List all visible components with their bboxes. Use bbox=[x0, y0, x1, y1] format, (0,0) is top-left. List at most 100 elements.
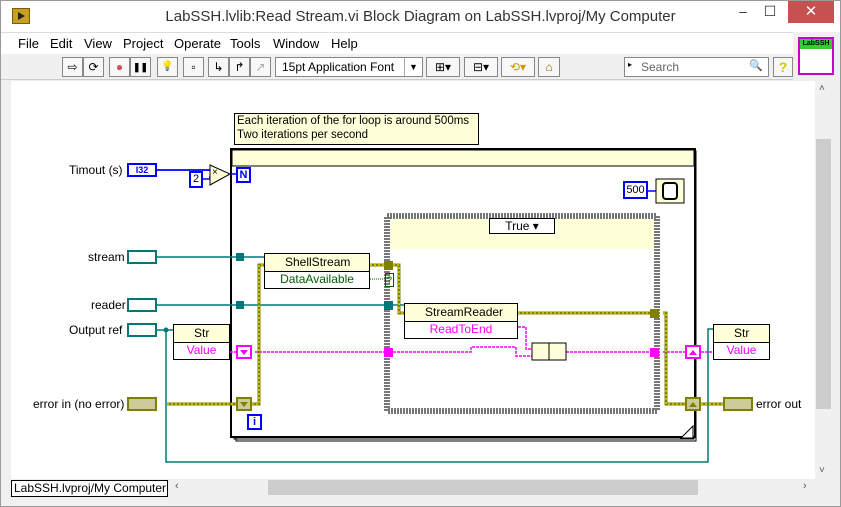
context-help-button[interactable]: ? bbox=[773, 57, 793, 77]
menu-view[interactable]: View bbox=[84, 36, 112, 51]
align-icon: ⊞▾ bbox=[434, 60, 452, 74]
menu-tools[interactable]: Tools bbox=[230, 36, 260, 51]
i32-type-label: I32 bbox=[135, 165, 149, 175]
wait-ms-constant[interactable]: 500 bbox=[623, 181, 648, 199]
clean-up-diagram-button[interactable]: ⌂ bbox=[538, 57, 560, 77]
abort-icon: ● bbox=[115, 60, 124, 74]
search-placeholder: Search bbox=[641, 60, 680, 74]
read-to-end-method[interactable]: ReadToEnd bbox=[405, 322, 517, 338]
string-case-tunnel-out bbox=[650, 348, 659, 357]
maximize-button[interactable]: ☐ bbox=[755, 1, 785, 23]
for-loop-header bbox=[231, 149, 695, 167]
error-out-label: error out bbox=[756, 397, 802, 411]
streamreader-class-label: StreamReader bbox=[405, 304, 517, 322]
case-bool-label: ? bbox=[386, 275, 392, 285]
str-value-read-node[interactable]: Str Value bbox=[173, 324, 230, 360]
watch-icon bbox=[662, 182, 678, 200]
search-input[interactable]: ▸ Search 🔍 bbox=[624, 57, 769, 77]
menu-project[interactable]: Project bbox=[123, 36, 163, 51]
error-out-indicator[interactable] bbox=[723, 397, 753, 411]
comment-line-2: Two iterations per second bbox=[237, 129, 369, 141]
str-class-label: Str bbox=[174, 325, 229, 343]
horizontal-scroll-thumb[interactable] bbox=[268, 480, 698, 495]
run-continuously-icon: ⟳ bbox=[88, 60, 99, 74]
run-continuously-button[interactable]: ⟳ bbox=[83, 57, 104, 77]
wait-ms-value: 500 bbox=[626, 184, 645, 196]
menu-bar: File Edit View Project Operate Tools Win… bbox=[1, 32, 793, 54]
project-context: LabSSH.lvproj/My Computer bbox=[11, 480, 168, 497]
pause-button[interactable]: ❚❚ bbox=[130, 57, 151, 77]
step-over-button[interactable]: ↱ bbox=[229, 57, 250, 77]
distribute-objects-button[interactable]: ⊟▾ bbox=[464, 57, 498, 77]
menu-file[interactable]: File bbox=[18, 36, 39, 51]
scroll-left-icon[interactable]: ‹ bbox=[175, 480, 179, 492]
scroll-up-icon[interactable]: ˄ bbox=[819, 83, 825, 94]
multiply-symbol: × bbox=[212, 167, 218, 178]
step-into-button[interactable]: ↳ bbox=[208, 57, 229, 77]
stream-label: stream bbox=[88, 250, 125, 264]
abort-button[interactable]: ● bbox=[109, 57, 130, 77]
error-in-control[interactable] bbox=[127, 397, 157, 411]
vi-icon[interactable]: LabSSH bbox=[798, 37, 834, 75]
error-case-tunnel-in bbox=[384, 261, 393, 270]
search-icon[interactable]: 🔍 bbox=[749, 59, 763, 72]
run-button[interactable]: ⇨ bbox=[62, 57, 83, 77]
timeout-control[interactable]: I32 bbox=[127, 163, 157, 177]
distribute-icon: ⊟▾ bbox=[472, 60, 490, 74]
multiplier-value: 2 bbox=[192, 173, 200, 185]
output-ref-control[interactable] bbox=[127, 323, 157, 337]
block-diagram-canvas[interactable]: Each iteration of the for loop is around… bbox=[11, 81, 815, 479]
highlight-execution-button[interactable]: 💡 bbox=[157, 57, 178, 77]
vertical-scroll-thumb[interactable] bbox=[816, 139, 831, 409]
diagram-comment[interactable]: Each iteration of the for loop is around… bbox=[234, 113, 479, 145]
loop-count-terminal[interactable]: N bbox=[236, 167, 251, 183]
value-property[interactable]: Value bbox=[174, 343, 229, 359]
scroll-down-icon[interactable]: ˅ bbox=[819, 465, 825, 476]
clean-up-icon: ⌂ bbox=[545, 60, 553, 74]
step-out-button[interactable]: ↗ bbox=[250, 57, 271, 77]
font-selector[interactable]: 15pt Application Font ▼ bbox=[275, 57, 423, 77]
retain-wire-values-button[interactable]: ▫ bbox=[183, 57, 204, 77]
menu-edit[interactable]: Edit bbox=[50, 36, 72, 51]
streamreader-invoke-node[interactable]: StreamReader ReadToEnd bbox=[404, 303, 518, 339]
menu-window[interactable]: Window bbox=[273, 36, 319, 51]
case-selector-dropdown[interactable]: True ▾ bbox=[489, 218, 555, 234]
title-bar: LabSSH.lvlib:Read Stream.vi Block Diagra… bbox=[1, 1, 840, 32]
step-into-icon: ↳ bbox=[213, 60, 224, 74]
iteration-label: i bbox=[252, 416, 257, 428]
close-button[interactable]: ✕ bbox=[788, 1, 834, 23]
minimize-button[interactable]: ‒ bbox=[728, 1, 758, 23]
error-in-label: error in (no error) bbox=[33, 397, 125, 411]
shellstream-property-node[interactable]: ShellStream DataAvailable bbox=[264, 253, 370, 289]
step-out-icon: ↗ bbox=[255, 60, 266, 74]
value-property[interactable]: Value bbox=[714, 343, 769, 359]
reorder-icon: ⟲▾ bbox=[509, 60, 527, 74]
menu-operate[interactable]: Operate bbox=[174, 36, 221, 51]
str-class-label: Str bbox=[714, 325, 769, 343]
help-icon: ? bbox=[778, 59, 788, 75]
font-label: 15pt Application Font bbox=[282, 60, 395, 74]
reorder-button[interactable]: ⟲▾ bbox=[501, 57, 535, 77]
chevron-down-icon: ▼ bbox=[404, 58, 422, 76]
multiplier-constant[interactable]: 2 bbox=[189, 171, 203, 188]
loop-count-label: N bbox=[239, 169, 248, 181]
str-value-write-node[interactable]: Str Value bbox=[713, 324, 770, 360]
horizontal-scrollbar[interactable]: ‹ › bbox=[171, 479, 815, 497]
menu-help[interactable]: Help bbox=[331, 36, 358, 51]
scroll-right-icon[interactable]: › bbox=[803, 480, 807, 492]
stream-tunnel bbox=[236, 253, 244, 261]
vi-icon-label: LabSSH bbox=[800, 39, 832, 49]
stream-control[interactable] bbox=[127, 250, 157, 264]
comment-line-1: Each iteration of the for loop is around… bbox=[237, 115, 470, 127]
reader-control[interactable] bbox=[127, 298, 157, 312]
reader-tunnel bbox=[236, 301, 244, 309]
case-selector-terminal: ? bbox=[385, 273, 394, 287]
vertical-scrollbar[interactable]: ˄ ˅ bbox=[815, 81, 832, 479]
iteration-terminal[interactable]: i bbox=[247, 414, 262, 430]
case-selector-value: True bbox=[505, 219, 530, 233]
data-available-property[interactable]: DataAvailable bbox=[265, 272, 369, 288]
timeout-label: Timout (s) bbox=[69, 163, 123, 177]
align-objects-button[interactable]: ⊞▾ bbox=[426, 57, 460, 77]
labview-window: LabSSH.lvlib:Read Stream.vi Block Diagra… bbox=[0, 0, 841, 507]
lightbulb-icon: 💡 bbox=[161, 61, 174, 72]
